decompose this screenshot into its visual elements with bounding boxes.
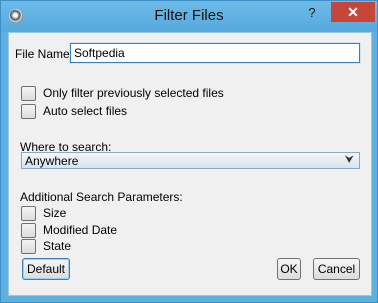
file-name-input[interactable]: [70, 43, 360, 63]
chevron-down-icon[interactable]: ⮟: [345, 154, 354, 167]
title-bar[interactable]: Filter Files ? ✕: [1, 1, 377, 32]
dropdown-value: Anywhere: [25, 154, 79, 168]
cancel-button[interactable]: Cancel: [313, 258, 360, 280]
help-button[interactable]: ?: [299, 3, 325, 23]
checkbox[interactable]: [21, 206, 36, 221]
checkbox[interactable]: [21, 239, 36, 254]
checkbox-label: Auto select files: [43, 104, 128, 118]
where-to-search-dropdown[interactable]: Anywhere ⮟: [21, 152, 360, 169]
file-name-label: File Name:: [15, 47, 74, 61]
checkbox-label: State: [43, 239, 72, 253]
checkbox[interactable]: [21, 104, 36, 119]
ok-button[interactable]: OK: [277, 258, 301, 280]
checkbox[interactable]: [21, 223, 36, 238]
close-button[interactable]: ✕: [331, 2, 375, 22]
default-button[interactable]: Default: [22, 258, 70, 280]
filter-files-window: Filter Files ? ✕ File Name: Only filter …: [0, 0, 378, 303]
checkbox-label: Size: [43, 206, 67, 220]
checkbox[interactable]: [21, 86, 36, 101]
checkbox-label: Modified Date: [43, 223, 118, 237]
additional-params-label: Additional Search Parameters:: [20, 190, 183, 204]
dialog-body: File Name: Only filter previously select…: [8, 32, 372, 296]
checkbox-label: Only filter previously selected files: [43, 86, 224, 100]
